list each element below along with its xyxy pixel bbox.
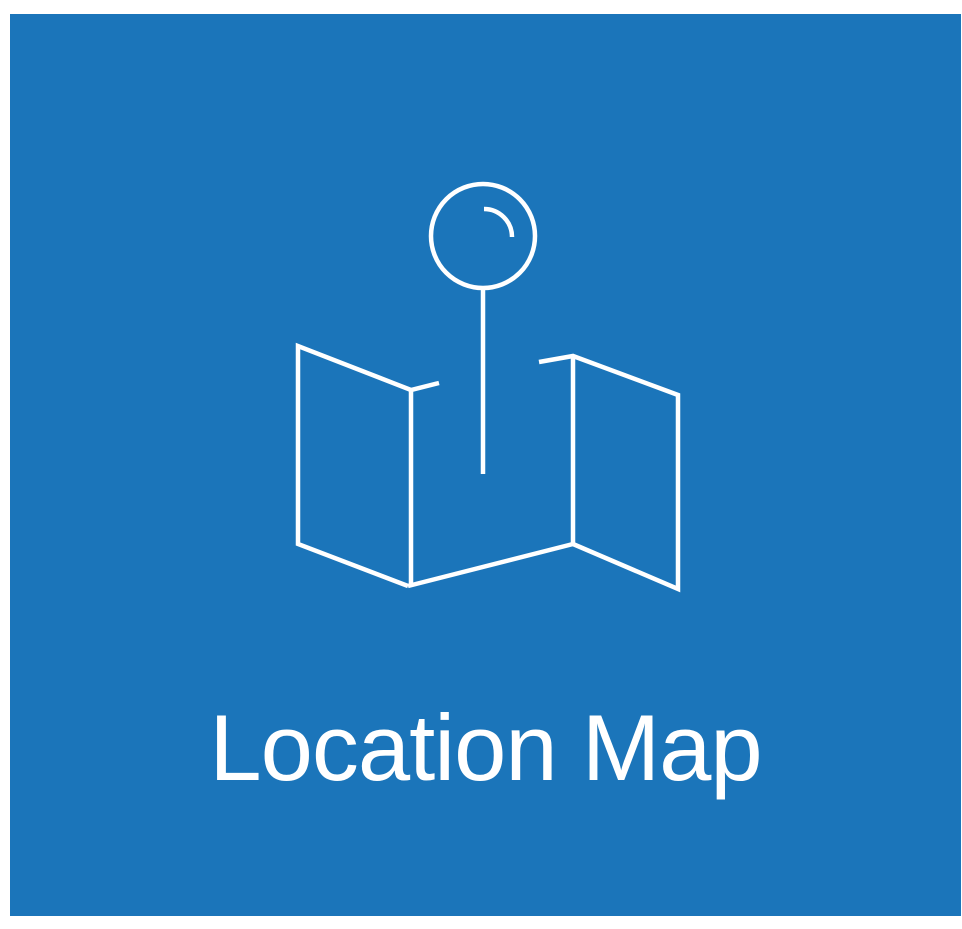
map-right-panel: [538, 353, 681, 593]
pin-highlight: [483, 206, 515, 238]
map-bottom-edge: [407, 541, 574, 589]
tile-label: Location Map: [209, 695, 762, 800]
map-left-panel: [295, 342, 440, 589]
pin-head: [428, 181, 538, 291]
location-map-tile[interactable]: Location Map: [10, 14, 961, 916]
